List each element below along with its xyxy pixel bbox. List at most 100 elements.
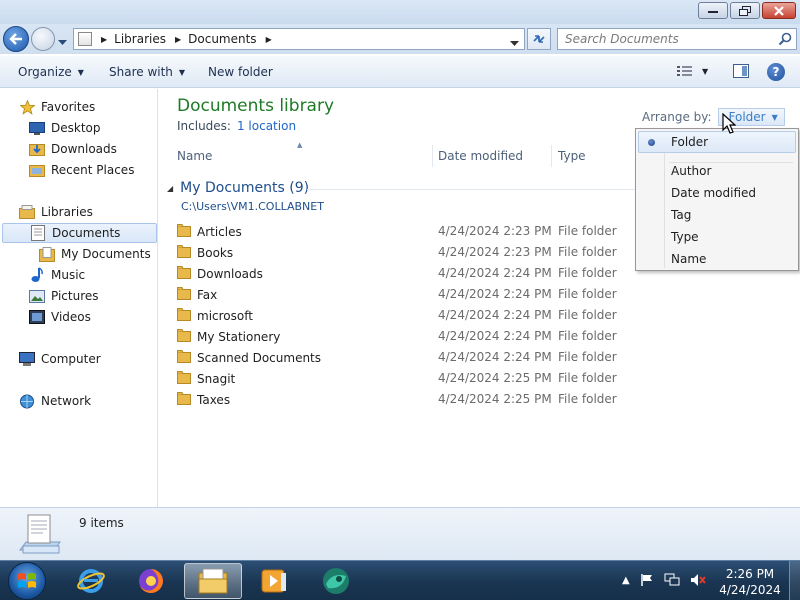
music-icon [29,267,45,283]
nav-documents[interactable]: Documents [2,223,157,243]
taskbar-app[interactable] [307,563,365,599]
column-divider[interactable] [432,145,433,167]
menu-item-date-modified[interactable]: Date modified [638,182,796,204]
search-input[interactable] [558,29,768,49]
file-date-modified: 4/24/2024 2:23 PM [438,245,552,259]
volume-muted-icon[interactable] [690,573,706,587]
file-row[interactable]: My Stationery 4/24/2024 2:24 PM File folde… [177,326,777,347]
file-name: My Stationery [197,330,281,344]
new-folder-button[interactable]: New folder [208,65,273,79]
help-icon[interactable]: ? [767,63,785,81]
file-type: File folder [558,371,617,385]
column-header-date-modified[interactable]: Date modified [438,145,523,167]
nav-recent-places[interactable]: Recent Places [29,160,134,180]
back-button[interactable] [3,26,29,52]
taskbar-media-player[interactable] [245,563,303,599]
show-desktop-button[interactable] [789,561,800,600]
nav-computer[interactable]: Computer [19,349,101,369]
start-button[interactable] [8,562,46,600]
taskbar-windows-explorer[interactable] [184,563,242,599]
nav-my-documents[interactable]: My Documents [39,244,151,264]
network-status-icon[interactable] [664,573,680,587]
file-name-cell[interactable]: Taxes [177,392,230,408]
forward-button[interactable] [31,27,55,51]
file-name-cell[interactable]: Snagit [177,371,235,387]
libraries-icon [19,204,35,220]
file-type: File folder [558,224,617,238]
file-row[interactable]: Taxes 4/24/2024 2:25 PM File folder [177,389,777,410]
nav-pictures-label: Pictures [51,289,99,303]
media-player-icon [261,569,286,593]
recent-pages-dropdown[interactable] [58,35,67,49]
nav-recent-places-label: Recent Places [51,163,135,177]
recent-places-icon [29,162,45,178]
nav-videos[interactable]: Videos [29,307,91,327]
address-bar[interactable]: ▶ Libraries ▶ Documents ▶ [73,28,525,50]
file-date-modified: 4/24/2024 2:25 PM [438,371,552,385]
column-header-name[interactable]: Name [177,145,212,167]
nav-favorites[interactable]: Favorites [19,97,95,117]
file-row[interactable]: Scanned Documents 4/24/2024 2:24 PM File f… [177,347,777,368]
nav-desktop[interactable]: Desktop [29,118,101,138]
taskbar-internet-explorer[interactable] [62,563,120,599]
app-icon [323,568,349,594]
minimize-button[interactable] [698,2,728,19]
show-hidden-icons-icon[interactable]: ▲ [622,575,630,586]
share-with-label: Share with [109,65,173,79]
share-with-button[interactable]: Share with ▼ [109,65,185,79]
includes-locations-link[interactable]: 1 location [237,119,296,133]
folder-icon [177,245,191,261]
file-name-cell[interactable]: Articles [177,224,242,240]
folder-icon [177,350,191,366]
nav-music-label: Music [51,268,86,282]
preview-pane-button[interactable] [733,64,749,81]
close-button[interactable] [762,2,796,19]
file-name-cell[interactable]: Scanned Documents [177,350,321,366]
nav-music[interactable]: Music [29,265,85,285]
nav-videos-label: Videos [51,310,91,324]
search-box [557,28,797,50]
column-divider[interactable] [551,145,552,167]
file-name-cell[interactable]: Downloads [177,266,263,282]
file-name-cell[interactable]: microsoft [177,308,253,324]
clock[interactable]: 2:26 PM 4/24/2024 [716,566,784,598]
organize-button[interactable]: Organize ▼ [18,65,84,79]
nav-downloads[interactable]: Downloads [29,139,117,159]
folder-icon [177,224,191,240]
breadcrumb-separator-icon[interactable]: ▶ [175,35,181,44]
file-name-cell[interactable]: Books [177,245,233,261]
menu-item-tag[interactable]: Tag [638,204,796,226]
column-header-type[interactable]: Type [558,145,586,167]
file-row[interactable]: Fax 4/24/2024 2:24 PM File folder [177,284,777,305]
file-name-cell[interactable]: Fax [177,287,217,303]
file-row[interactable]: microsoft 4/24/2024 2:24 PM File folder [177,305,777,326]
refresh-button[interactable] [527,28,551,50]
menu-item-author[interactable]: Author [638,160,796,182]
nav-pictures[interactable]: Pictures [29,286,99,306]
folder-icon [177,392,191,408]
menu-item-name[interactable]: Name [638,248,796,270]
breadcrumb-separator-icon[interactable]: ▶ [101,35,107,44]
nav-downloads-label: Downloads [51,142,117,156]
file-row[interactable]: Snagit 4/24/2024 2:25 PM File folder [177,368,777,389]
change-view-button[interactable]: ▼ [676,65,708,77]
file-name-cell[interactable]: My Stationery [177,329,280,345]
nav-libraries[interactable]: Libraries [19,202,93,222]
nav-network[interactable]: Network [19,391,91,411]
breadcrumb-documents[interactable]: Documents [188,32,256,46]
breadcrumb-libraries[interactable]: Libraries [114,32,166,46]
arrange-by-menu: Folder Author Date modified Tag Type Nam… [635,128,799,271]
maximize-button[interactable] [730,2,760,19]
breadcrumb-separator-icon[interactable]: ▶ [266,35,272,44]
collapse-triangle-icon[interactable]: ◢ [167,184,173,193]
nav-my-documents-label: My Documents [61,247,151,261]
taskbar-firefox[interactable] [122,563,180,599]
group-header[interactable]: ◢ My Documents (9) [167,180,309,196]
menu-item-type[interactable]: Type [638,226,796,248]
chevron-down-icon [58,40,67,45]
search-icon[interactable] [778,32,792,49]
action-center-flag-icon[interactable] [640,573,654,587]
menu-item-folder[interactable]: Folder [638,131,796,153]
star-icon [19,99,35,115]
address-history-dropdown[interactable] [510,36,519,50]
